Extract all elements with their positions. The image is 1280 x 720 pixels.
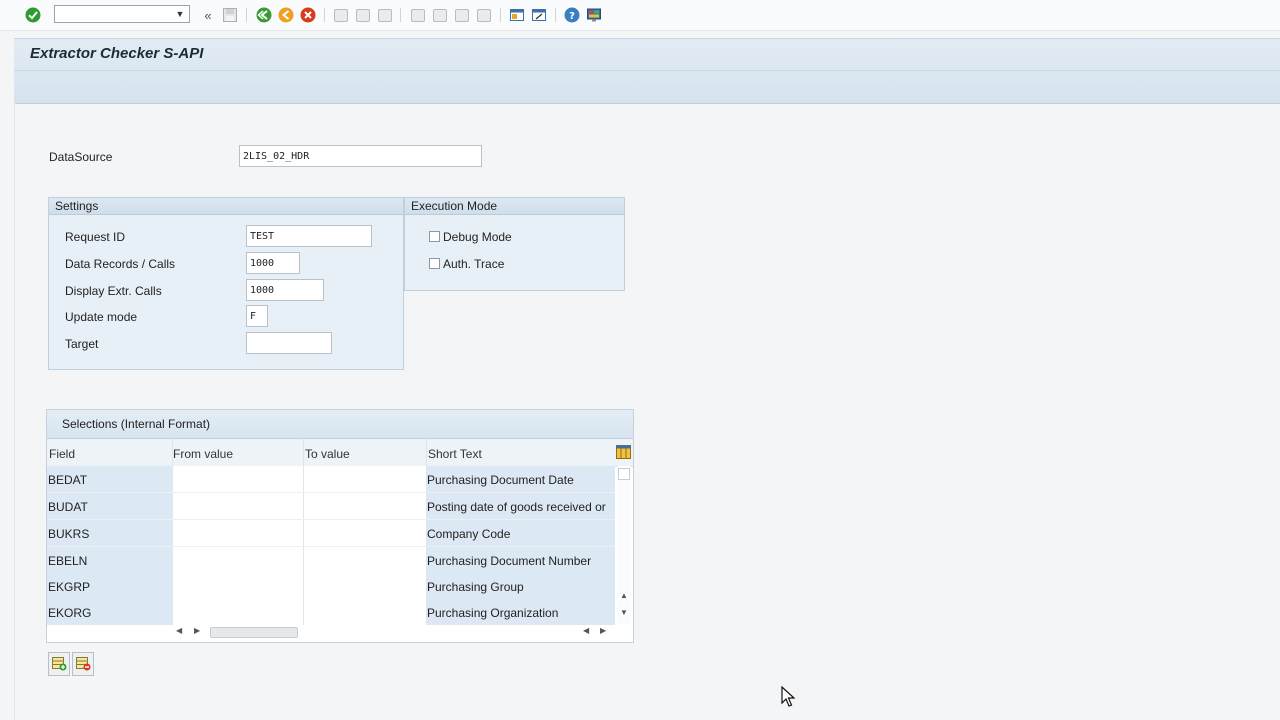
table-row[interactable]: BUKRS Company Code: [47, 520, 615, 547]
display-extr-calls-input[interactable]: 1000: [246, 279, 324, 301]
request-id-label: Request ID: [65, 230, 126, 244]
collapse-icon[interactable]: «: [199, 6, 217, 24]
back-icon[interactable]: [255, 6, 273, 24]
next-page-icon[interactable]: [453, 6, 471, 24]
from-value-cell[interactable]: [173, 599, 303, 625]
command-field[interactable]: ▼: [54, 5, 190, 23]
customize-layout-icon[interactable]: [585, 6, 603, 24]
debug-mode-checkbox[interactable]: [429, 231, 440, 242]
column-header-short-text[interactable]: Short Text: [428, 447, 482, 461]
help-icon[interactable]: ?: [563, 6, 581, 24]
settings-group-title: Settings: [49, 198, 403, 215]
selections-title: Selections (Internal Format): [62, 417, 211, 431]
datasource-label: DataSource: [49, 150, 113, 164]
cancel-icon[interactable]: [299, 6, 317, 24]
command-field-dropdown[interactable]: ▼: [173, 6, 187, 22]
to-value-cell[interactable]: [304, 493, 426, 519]
from-value-cell[interactable]: [173, 520, 303, 546]
auth-trace-checkbox[interactable]: [429, 258, 440, 269]
update-mode-label: Update mode: [65, 310, 138, 324]
new-session-icon[interactable]: [508, 6, 526, 24]
request-id-input[interactable]: TEST: [246, 225, 372, 247]
text-scroll-left-icon[interactable]: ◀: [583, 626, 589, 635]
short-text-cell: Posting date of goods received or: [427, 500, 606, 514]
table-row[interactable]: EKORG Purchasing Organization: [47, 599, 615, 625]
column-settings-icon[interactable]: [616, 445, 631, 462]
debug-mode-label: Debug Mode: [443, 230, 512, 244]
table-row[interactable]: BUDAT Posting date of goods received or: [47, 493, 615, 520]
column-header-to[interactable]: To value: [305, 447, 350, 461]
table-row[interactable]: EKGRP Purchasing Group: [47, 573, 615, 600]
delete-row-button[interactable]: [72, 652, 94, 676]
title-bar: Extractor Checker S-API: [14, 38, 1280, 104]
svg-text:?: ?: [569, 11, 575, 22]
from-value-cell[interactable]: [173, 547, 303, 573]
from-value-cell[interactable]: [173, 493, 303, 519]
scroll-right-icon[interactable]: ▶: [194, 626, 200, 635]
auth-trace-label: Auth. Trace: [443, 257, 505, 271]
to-value-cell[interactable]: [304, 547, 426, 573]
target-label: Target: [65, 337, 99, 351]
selections-table: Selections (Internal Format) Field From …: [46, 409, 634, 643]
vertical-scrollbar[interactable]: ▲ ▼: [617, 466, 631, 624]
insert-row-button[interactable]: [48, 652, 70, 676]
column-header-from[interactable]: From value: [173, 447, 233, 461]
field-cell: BUKRS: [48, 527, 90, 541]
to-value-cell[interactable]: [304, 466, 426, 492]
delete-row-icon: [75, 655, 91, 674]
table-header: Field From value To value Short Text: [47, 439, 633, 467]
from-value-cell[interactable]: [173, 573, 303, 599]
data-records-label: Data Records / Calls: [65, 257, 176, 271]
text-scroll-right-icon[interactable]: ▶: [600, 626, 606, 635]
scroll-left-icon[interactable]: ◀: [176, 626, 182, 635]
enter-icon[interactable]: [24, 6, 42, 24]
field-cell: EBELN: [48, 554, 88, 568]
horizontal-scrollbar[interactable]: [210, 624, 340, 640]
selections-caption: Selections (Internal Format): [47, 410, 633, 439]
first-page-icon[interactable]: [409, 6, 427, 24]
field-cell: BEDAT: [48, 473, 88, 487]
datasource-input[interactable]: 2LIS_02_HDR: [239, 145, 482, 167]
execution-mode-group: Execution Mode: [404, 197, 625, 291]
page-title: Extractor Checker S-API: [30, 45, 204, 62]
data-records-input[interactable]: 1000: [246, 252, 300, 274]
previous-page-icon[interactable]: [431, 6, 449, 24]
short-text-cell: Purchasing Document Date: [427, 473, 574, 487]
target-input[interactable]: [246, 332, 332, 354]
execution-mode-title: Execution Mode: [405, 198, 624, 215]
mouse-cursor-icon: [781, 685, 796, 711]
print-icon[interactable]: [332, 6, 350, 24]
scroll-up-icon[interactable]: ▲: [620, 591, 628, 600]
short-text-cell: Purchasing Document Number: [427, 554, 592, 568]
short-text-cell: Purchasing Organization: [427, 606, 559, 620]
create-shortcut-icon[interactable]: [530, 6, 548, 24]
update-mode-input[interactable]: F: [246, 305, 268, 327]
find-next-icon[interactable]: [376, 6, 394, 24]
scroll-down-icon[interactable]: ▼: [620, 608, 628, 617]
table-row[interactable]: BEDAT Purchasing Document Date: [47, 466, 615, 493]
exit-icon[interactable]: [277, 6, 295, 24]
find-icon[interactable]: [354, 6, 372, 24]
short-text-cell: Company Code: [427, 527, 511, 541]
short-text-cell: Purchasing Group: [427, 580, 524, 594]
to-value-cell[interactable]: [304, 599, 426, 625]
from-value-cell[interactable]: [173, 466, 303, 492]
vertical-scroll-thumb[interactable]: [618, 468, 630, 480]
field-cell: BUDAT: [48, 500, 88, 514]
system-toolbar: ▼ « ?: [0, 0, 1280, 31]
table-row[interactable]: EBELN Purchasing Document Number: [47, 547, 615, 574]
display-extr-calls-label: Display Extr. Calls: [65, 284, 162, 298]
field-cell: EKGRP: [48, 580, 91, 594]
to-value-cell[interactable]: [304, 573, 426, 599]
insert-row-icon: [51, 655, 67, 674]
horizontal-scroll-thumb[interactable]: [210, 627, 298, 638]
field-cell: EKORG: [48, 606, 92, 620]
last-page-icon[interactable]: [475, 6, 493, 24]
save-icon[interactable]: [221, 6, 239, 24]
to-value-cell[interactable]: [304, 520, 426, 546]
column-header-field[interactable]: Field: [49, 447, 75, 461]
